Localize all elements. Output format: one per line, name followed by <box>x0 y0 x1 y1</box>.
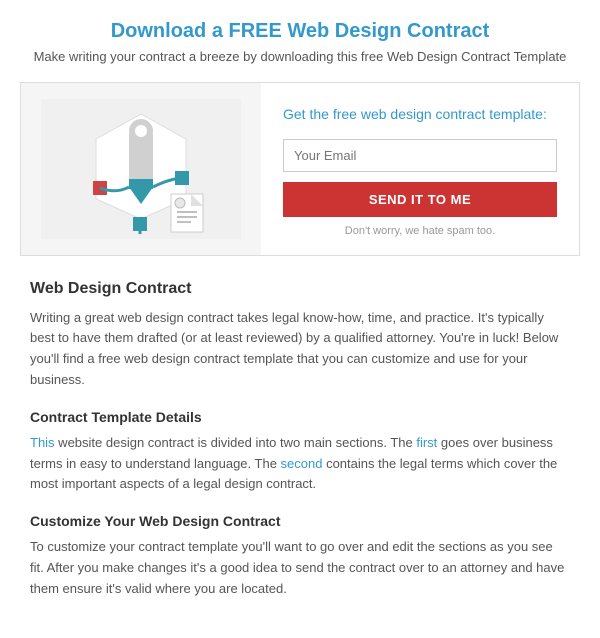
details-link-first[interactable]: first <box>416 435 437 450</box>
email-input[interactable] <box>283 139 557 172</box>
form-heading: Get the free web design contract templat… <box>283 105 557 125</box>
main-section-title: Web Design Contract <box>30 280 570 298</box>
details-link-this[interactable]: This <box>30 435 55 450</box>
email-form-box: Get the free web design contract templat… <box>261 83 579 255</box>
illustration-box <box>21 83 261 255</box>
page-title: Download a FREE Web Design Contract <box>20 20 580 43</box>
form-heading-plain: Get <box>283 106 309 122</box>
details-section-body: This website design contract is divided … <box>30 433 570 495</box>
illustration-icon <box>41 99 241 239</box>
details-link-second[interactable]: second <box>281 456 323 471</box>
details-text-2: website design contract is divided into … <box>55 435 417 450</box>
content-section: Web Design Contract Writing a great web … <box>20 280 580 600</box>
details-section-title: Contract Template Details <box>30 409 570 425</box>
customize-section-body: To customize your contract template you'… <box>30 537 570 599</box>
spam-note: Don't worry, we hate spam too. <box>283 225 557 237</box>
form-heading-link: the free web design contract template <box>309 106 542 122</box>
form-heading-suffix: : <box>543 106 547 122</box>
main-section-body: Writing a great web design contract take… <box>30 308 570 391</box>
send-button[interactable]: SEND IT TO ME <box>283 182 557 217</box>
page-subtitle: Make writing your contract a breeze by d… <box>20 49 580 64</box>
top-section: Get the free web design contract templat… <box>20 82 580 256</box>
